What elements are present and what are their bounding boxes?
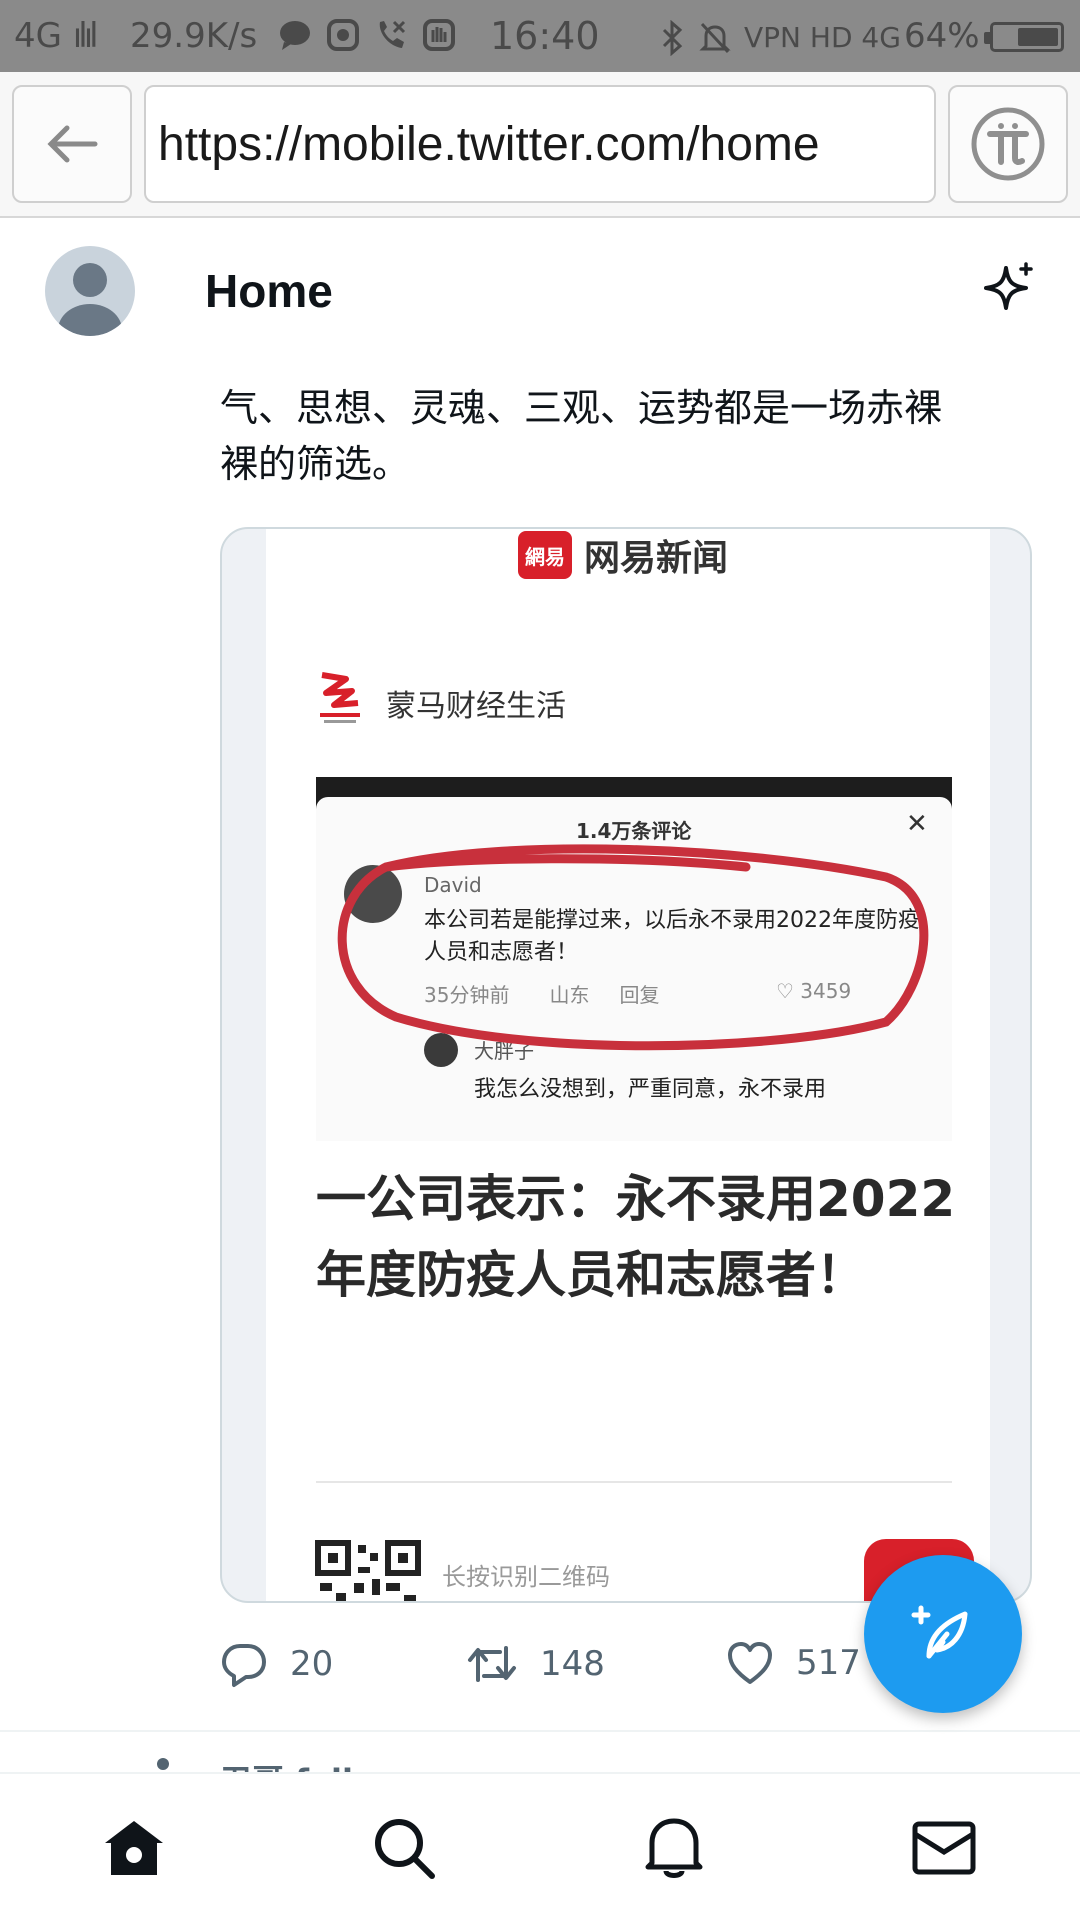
missed-call-icon [379,20,406,48]
search-icon [375,1819,435,1879]
retweet-icon [468,1646,516,1682]
tweet-text: 气、思想、灵魂、三观、运势都是一场赤裸 裸的筛选。 [220,380,1040,492]
nav-search[interactable] [368,1812,440,1884]
like-button[interactable]: 517 [726,1640,861,1686]
source-logo-icon [320,672,360,723]
reply-icon [222,1644,266,1687]
network-type: VPN HD 4G [744,21,901,54]
compose-tweet-button[interactable] [864,1555,1022,1713]
page-title: Home [205,265,333,317]
battery-icon [984,22,1064,52]
close-icon: ✕ [906,809,928,839]
system-icons: VPN HD 4G [660,18,901,58]
browser-toolbar: https://mobile.twitter.com/home [0,72,1080,218]
qr-caption: 长按识别二维码 [442,1563,610,1591]
battery-percent: 64% [904,16,980,56]
follow-indicator-icon [157,1758,169,1770]
comment-text: 我怎么没想到，严重同意，永不录用 [474,1077,827,1102]
red-circle-annotation [337,844,929,1051]
signal-indicator: 4G ılıl [14,16,99,56]
netease-logo-icon: 網易 [518,531,572,579]
compose-feather-icon [911,1605,968,1659]
media-icon [327,19,359,51]
nav-messages[interactable] [908,1812,980,1884]
default-avatar-icon [58,263,122,336]
tweet-text-line: 裸的筛选。 [220,442,411,486]
network-speed: 29.9K/s [130,16,258,56]
reply-button[interactable]: 20 [220,1640,333,1688]
timeline-header: Home [0,220,1080,362]
bluetooth-icon [662,20,683,56]
mute-bell-icon [699,22,731,54]
home-icon [105,1821,163,1875]
app-icon [423,19,455,51]
url-bar[interactable]: https://mobile.twitter.com/home [144,85,936,203]
like-count: 517 [796,1643,861,1683]
mail-icon [912,1821,976,1875]
qr-code-icon [314,1539,422,1601]
url-text: https://mobile.twitter.com/home [158,117,820,171]
user-avatar[interactable] [45,246,135,336]
tweet-text-line: 气、思想、灵魂、三观、运势都是一场赤裸 [220,386,943,430]
pi-browser-button[interactable] [948,85,1068,203]
reply-count: 20 [290,1644,334,1684]
status-bar: 4G ılıl 29.9K/s 16:40 VPN HD 4G 64% [0,0,1080,72]
chat-icon [280,21,310,50]
comment-panel: 1.4万条评论 ✕ David 本公司若是能撑过来，以后永不录用2022年度防疫… [316,797,952,1141]
notification-icons [278,18,456,52]
retweet-button[interactable]: 148 [466,1640,605,1688]
back-button[interactable] [12,85,132,203]
news-headline: 一公司表示：永不录用2022年度防疫人员和志愿者！ [316,1170,956,1304]
news-screenshot: 網易 网易新闻 蒙马财经生活 1.4万条评论 ✕ David 本公司若是能撑过来… [266,529,990,1601]
bell-icon [645,1818,703,1878]
comment-screenshot: 1.4万条评论 ✕ David 本公司若是能撑过来，以后永不录用2022年度防疫… [316,777,952,1141]
back-arrow-icon [47,125,98,163]
nav-notifications[interactable] [638,1812,710,1884]
divider [316,1481,952,1483]
heart-icon [728,1642,772,1684]
pi-logo-icon [971,107,1045,181]
source-name: 蒙马财经生活 [386,689,566,724]
nav-home[interactable] [98,1812,170,1884]
tweet-media[interactable]: 網易 网易新闻 蒙马财经生活 1.4万条评论 ✕ David 本公司若是能撑过来… [220,527,1032,1603]
tweet-separator [0,1730,1080,1732]
sparkle-icon[interactable] [982,260,1038,316]
retweet-count: 148 [540,1644,605,1684]
bottom-navigation [0,1772,1080,1920]
battery-fill [1018,28,1058,46]
news-app-name: 网易新闻 [584,538,729,579]
clock: 16:40 [490,14,600,58]
